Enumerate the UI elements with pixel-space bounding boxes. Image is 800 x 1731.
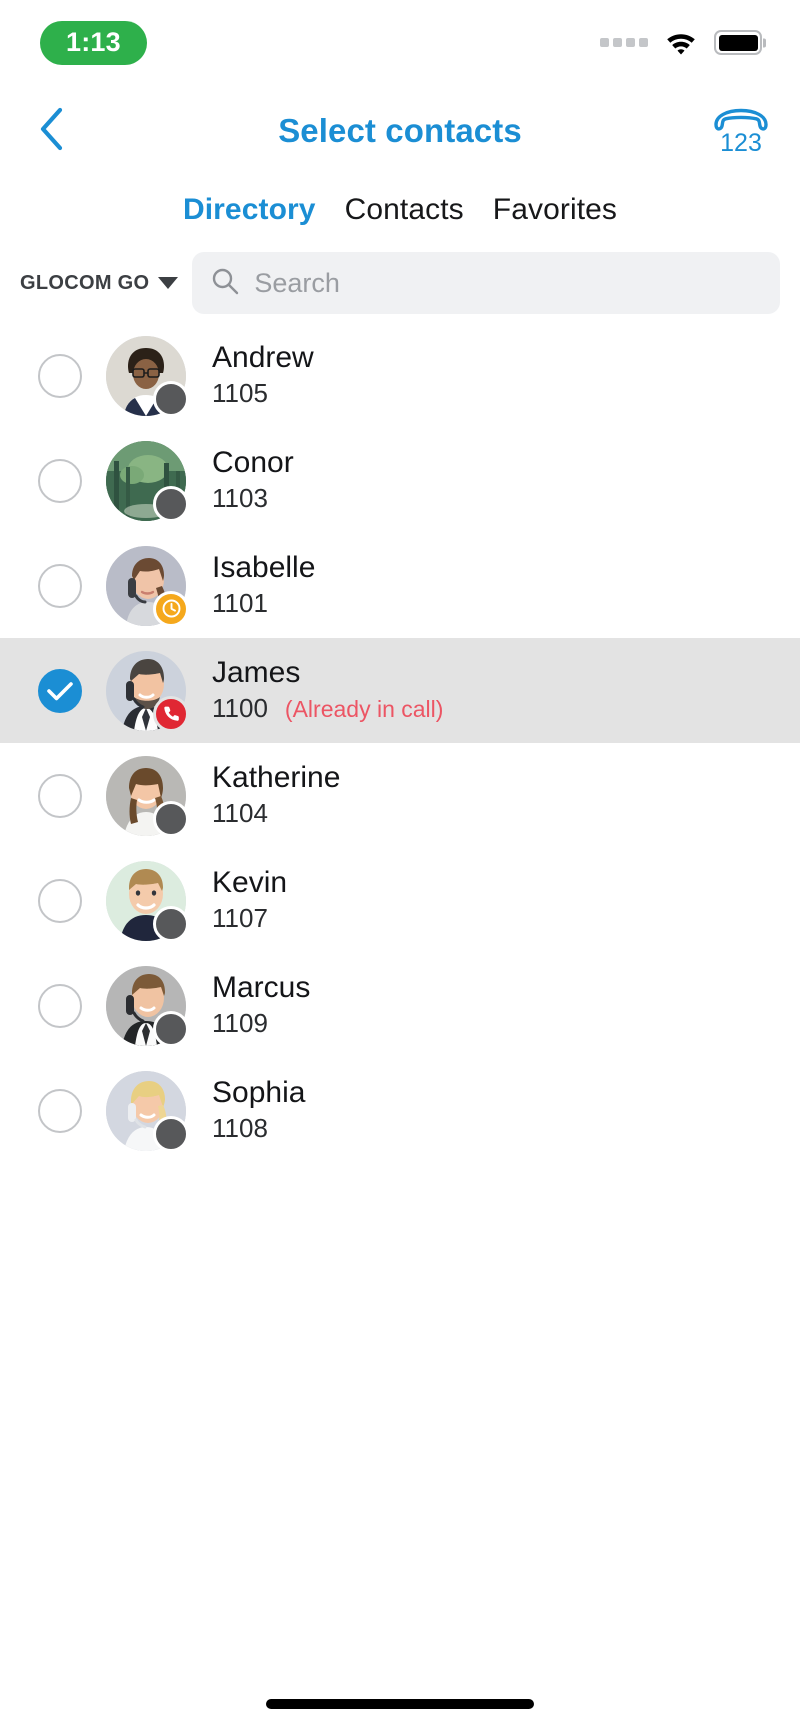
contact-extension: 1103 [212,483,268,514]
tab-contacts[interactable]: Contacts [345,193,464,227]
search-input[interactable]: Search [254,268,340,299]
contact-meta: James 1100 (Already in call) [212,657,443,725]
contact-checkbox[interactable] [38,668,82,713]
contact-row-james[interactable]: James 1100 (Already in call) [0,638,800,743]
svg-text:123: 123 [720,129,762,154]
contact-checkbox[interactable] [38,563,82,608]
offline-dot-icon [153,380,189,417]
contact-subline: 1100 (Already in call) [212,693,443,724]
contact-name: Sophia [212,1075,306,1109]
contact-name: Katherine [212,760,341,794]
contact-meta: Sophia 1108 [212,1077,305,1145]
dialpad-123-icon: 123 [712,104,770,159]
contact-meta: Conor 1103 [212,447,294,515]
contact-extension: 1100 [212,693,268,724]
contact-row-marcus[interactable]: Marcus 1109 [0,953,800,1058]
avatar [106,335,189,417]
avatar [106,650,189,732]
contact-meta: Marcus 1109 [212,972,310,1040]
contact-row-katherine[interactable]: Katherine 1104 [0,743,800,848]
tab-favorites[interactable]: Favorites [493,193,617,227]
contact-row-andrew[interactable]: Andrew 1105 [0,323,800,428]
battery-full-icon [714,30,762,55]
contact-meta: Isabelle 1101 [212,552,315,620]
contact-row-kevin[interactable]: Kevin 1107 [0,848,800,953]
contact-extension: 1101 [212,588,268,619]
home-indicator[interactable] [266,1699,534,1709]
offline-dot-icon [153,905,189,942]
status-indicators [600,30,762,56]
avatar [106,545,189,627]
contact-row-conor[interactable]: Conor 1103 [0,428,800,533]
contact-meta: Kevin 1107 [212,867,287,935]
contact-extension: 1104 [212,798,268,829]
chevron-left-icon [38,107,64,156]
status-time: 1:13 [40,20,147,65]
contact-extension: 1105 [212,378,268,409]
contact-checkbox[interactable] [38,1088,82,1133]
tab-directory[interactable]: Directory [183,193,316,227]
contact-checkbox[interactable] [38,983,82,1028]
contact-subline: 1107 [212,903,287,934]
app-screen: 1:13 Select contacts 123 Directory Conta… [0,0,800,1731]
contact-extension: 1109 [212,1008,268,1039]
avatar [106,860,189,942]
contact-name: James [212,655,301,689]
search-icon [210,266,240,301]
contact-subline: 1104 [212,798,340,829]
offline-dot-icon [153,1010,189,1047]
contact-list: Andrew 1105 Conor 1103 Isabelle 1101 Jam… [0,323,800,1163]
avatar [106,440,189,522]
contact-name: Isabelle [212,550,316,584]
contact-name: Conor [212,445,294,479]
dialpad-button[interactable]: 123 [710,104,772,158]
search-field[interactable]: Search [192,252,780,314]
avatar [106,755,189,837]
contact-checkbox[interactable] [38,878,82,923]
signal-dots-icon [600,38,648,47]
contact-subline: 1108 [212,1113,305,1144]
offline-dot-icon [153,1115,189,1152]
status-bar: 1:13 [0,0,800,85]
contact-row-sophia[interactable]: Sophia 1108 [0,1058,800,1163]
contact-name: Marcus [212,970,311,1004]
contact-meta: Andrew 1105 [212,342,314,410]
contact-name: Andrew [212,340,314,374]
avatar [106,965,189,1047]
offline-dot-icon [153,485,189,522]
contact-extension: 1107 [212,903,268,934]
contact-meta: Katherine 1104 [212,762,340,830]
clock-icon [153,590,189,627]
contact-subline: 1109 [212,1008,310,1039]
contact-row-isabelle[interactable]: Isabelle 1101 [0,533,800,638]
directory-group-selector[interactable]: GLOCOM GO [18,271,179,295]
contact-subline: 1101 [212,588,315,619]
offline-dot-icon [153,800,189,837]
filter-search-bar: GLOCOM GO Search [0,243,800,323]
contact-checkbox[interactable] [38,773,82,818]
chevron-down-icon [158,277,179,289]
contact-subline: 1105 [212,378,314,409]
page-title: Select contacts [278,112,522,149]
wifi-icon [664,30,698,56]
avatar [106,1070,189,1152]
back-button[interactable] [26,104,76,158]
contact-checkbox[interactable] [38,353,82,398]
tab-bar: Directory Contacts Favorites [0,177,800,243]
phone-icon [153,695,189,732]
contact-checkbox[interactable] [38,458,82,503]
contact-extension: 1108 [212,1113,268,1144]
directory-group-label: GLOCOM GO [20,271,150,294]
contact-subline: 1103 [212,483,294,514]
nav-bar: Select contacts 123 [0,85,800,177]
contact-status-note: (Already in call) [284,696,444,723]
contact-name: Kevin [212,865,288,899]
